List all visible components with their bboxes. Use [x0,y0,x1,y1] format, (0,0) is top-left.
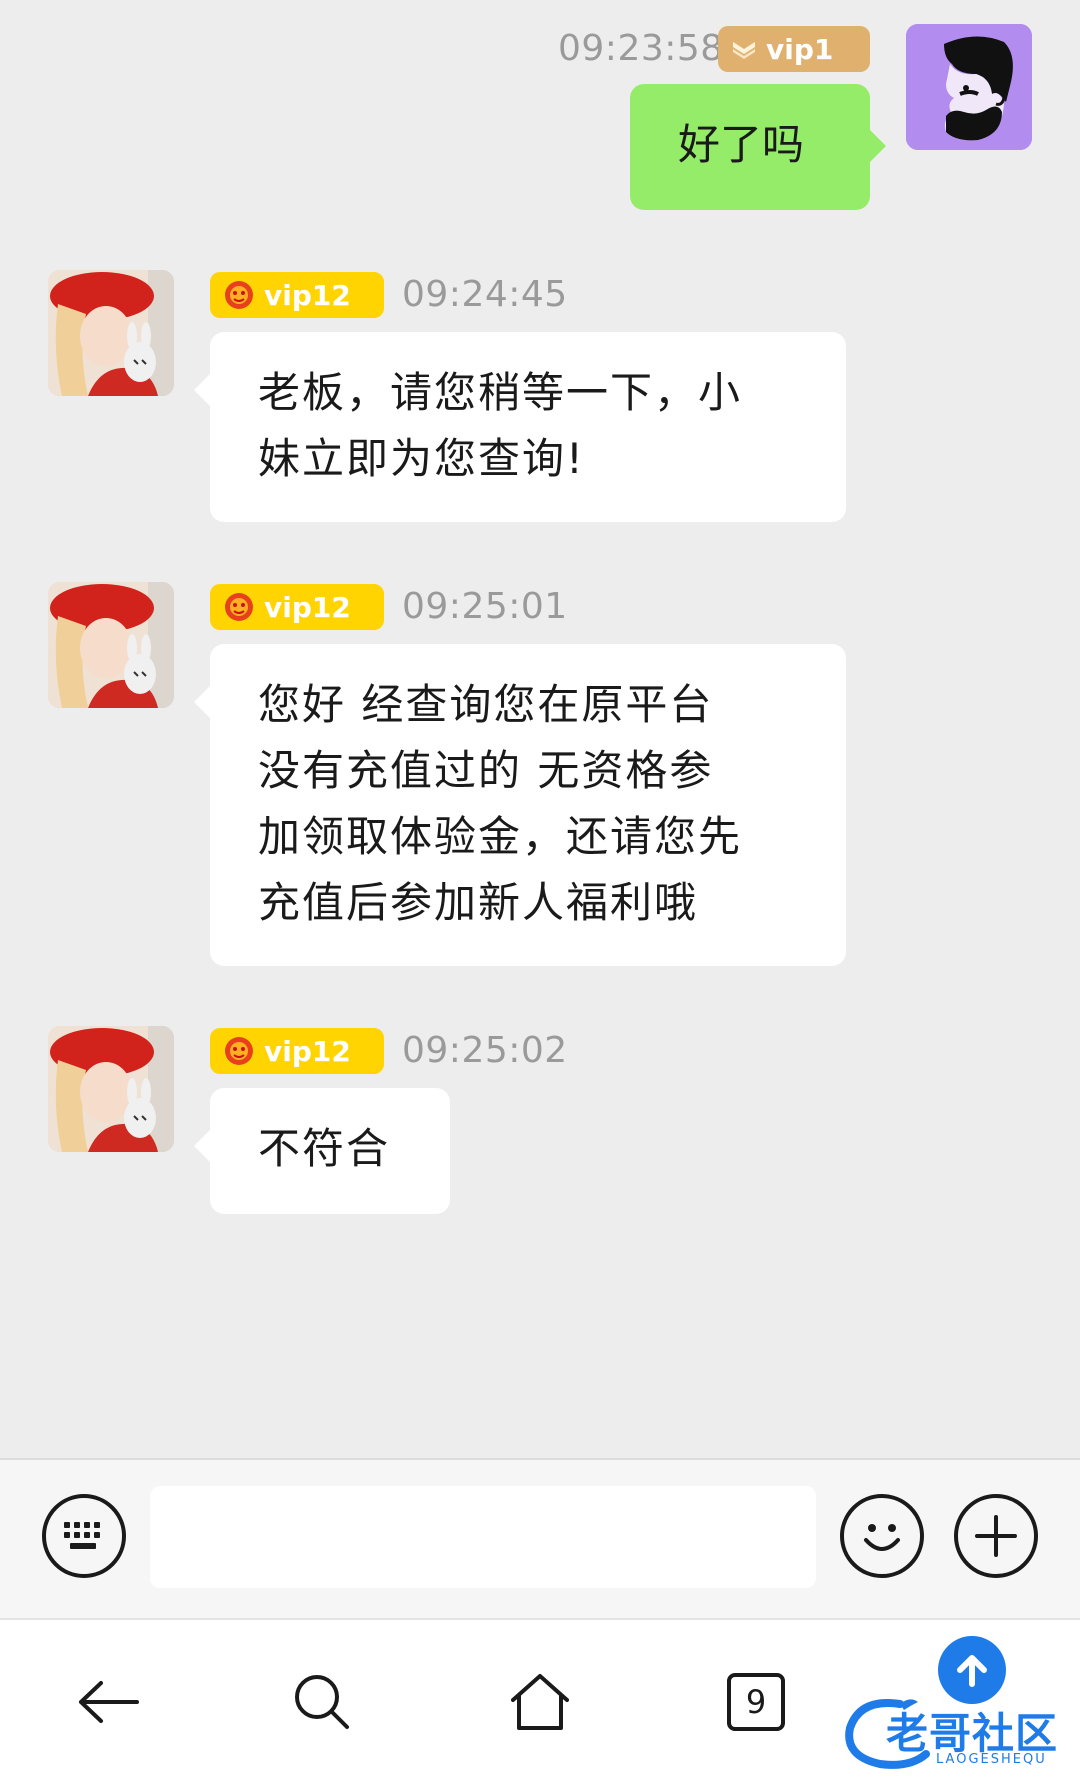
vip-badge: vip1 [718,26,870,72]
avatar[interactable] [48,582,174,708]
vip-badge: vip12 [210,584,384,630]
more-options-button[interactable] [954,1494,1038,1578]
message-timestamp: 09:23:58 [558,28,724,69]
vip-badge: vip12 [210,1028,384,1074]
avatar[interactable] [48,1026,174,1152]
bubble-tail [194,374,210,406]
tabs-button[interactable]: 9 [706,1652,806,1752]
search-button[interactable] [272,1652,372,1752]
tab-count: 9 [745,1683,767,1721]
message-text-line: 妹立即为您查询! [258,434,585,483]
message-timestamp: 09:25:01 [402,586,568,627]
message-bubble[interactable]: 您好 经查询您在原平台 没有充值过的 无资格参 加领取体验金，还请您先 充值后参… [210,644,846,966]
home-icon [511,1674,569,1730]
emoji-button[interactable] [840,1494,924,1578]
emoji-icon [864,1524,900,1551]
vip-badge: vip12 [210,272,384,318]
plus-icon [975,1515,1017,1557]
vip-badge-label: vip1 [766,32,834,66]
back-arrow-icon [79,1681,139,1723]
message-text-line: 加领取体验金，还请您先 [258,812,743,861]
home-button[interactable] [490,1652,590,1752]
watermark-subtext: LAOGESHEQU [936,1752,1047,1767]
message-text-line: 老板，请您稍等一下，小 [258,368,743,417]
message-text-line: 没有充值过的 无资格参 [258,746,714,795]
message-text-line: 您好 经查询您在原平台 [258,680,714,729]
message-agent: vip12 09:24:45 老板，请您稍等一下，小 妹立即为您查询! [0,260,1080,530]
search-icon [295,1675,349,1729]
message-agent: vip12 09:25:01 您好 经查询您在原平台 没有充值过的 无资格参 加… [0,572,1080,972]
watermark: 老哥社区 LAOGESHEQU [840,1688,1068,1780]
keyboard-toggle-button[interactable] [42,1494,126,1578]
vip-badge-label: vip12 [264,590,351,624]
message-text: 不符合 [258,1124,391,1173]
lion-crest-icon [225,593,253,621]
vip-chevron-icon [733,42,755,59]
message-bubble[interactable]: 老板，请您稍等一下，小 妹立即为您查询! [210,332,846,522]
avatar[interactable] [906,24,1032,150]
vip-badge-label: vip12 [264,278,351,312]
keyboard-icon [64,1522,100,1549]
lion-crest-icon [225,1037,253,1065]
girl-red-beret-avatar-icon [48,1026,174,1152]
message-timestamp: 09:25:02 [402,1030,568,1071]
message-text: 好了吗 [678,120,805,169]
tabs-icon: 9 [727,1673,785,1731]
message-agent: vip12 09:25:02 不符合 [0,1016,1080,1216]
bubble-tail [194,686,210,718]
message-input[interactable] [150,1486,816,1588]
girl-red-beret-avatar-icon [48,270,174,396]
girl-red-beret-avatar-icon [48,582,174,708]
back-button[interactable] [58,1652,158,1752]
lion-crest-icon [225,281,253,309]
message-bubble[interactable]: 好了吗 [630,84,870,210]
message-timestamp: 09:24:45 [402,274,568,315]
bearded-man-avatar-icon [906,24,1032,150]
vip-badge-label: vip12 [264,1034,351,1068]
message-text-line: 充值后参加新人福利哦 [258,878,699,927]
avatar[interactable] [48,270,174,396]
arrow-up-icon [957,1655,987,1687]
bubble-tail [194,1130,210,1162]
bubble-tail [870,130,886,162]
message-self: 09:23:58 vip1 好了吗 [0,0,1080,220]
message-bubble[interactable]: 不符合 [210,1088,450,1214]
